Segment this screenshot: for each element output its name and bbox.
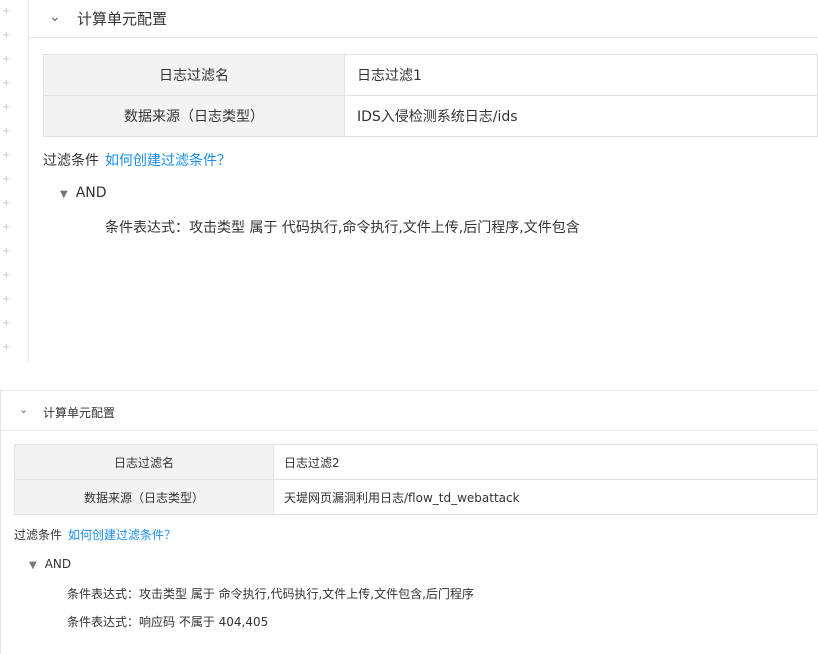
config-table: 日志过滤名 日志过滤2 数据来源（日志类型） 天堤网页漏洞利用日志/flow_t…	[14, 444, 818, 515]
table-row: 数据来源（日志类型） IDS入侵检测系统日志/ids	[43, 95, 818, 137]
condition-expression: 条件表达式：攻击类型 属于 命令执行,代码执行,文件上传,文件包含,后门程序	[67, 587, 474, 601]
plus-icon: +	[2, 102, 11, 113]
help-link[interactable]: 如何创建过滤条件？	[105, 153, 231, 169]
plus-icon: +	[2, 174, 11, 185]
row-label: 日志过滤名	[14, 444, 274, 480]
and-node[interactable]: ▼ AND	[29, 557, 71, 571]
plus-icon: +	[2, 198, 11, 209]
plus-icon: +	[2, 342, 11, 353]
row-label: 日志过滤名	[43, 54, 345, 96]
chevron-down-icon[interactable]: ⌄	[49, 9, 61, 25]
plus-icon: +	[2, 222, 11, 233]
and-label: AND	[44, 557, 72, 571]
filter-label: 过滤条件	[14, 528, 63, 542]
condition-expression: 条件表达式：响应码 不属于 404,405	[67, 615, 269, 629]
calc-unit-panel-2: ⌄ 计算单元配置 日志过滤名 日志过滤2 数据来源（日志类型） 天堤网页漏洞利用…	[0, 390, 818, 654]
and-label: AND	[75, 185, 107, 201]
calc-unit-panel-1: + + + + + + + + + + + + + + + ⌄ 计算单元配置 日…	[0, 0, 818, 366]
row-value: 日志过滤1	[344, 54, 818, 96]
plus-icon: +	[2, 294, 11, 305]
and-node[interactable]: ▼ AND	[60, 185, 107, 201]
plus-icon: +	[2, 6, 11, 17]
row-label: 数据来源（日志类型）	[43, 95, 345, 137]
plus-icon: +	[2, 78, 11, 89]
plus-icon: +	[2, 246, 11, 257]
panel-title: 计算单元配置	[77, 10, 168, 28]
config-table: 日志过滤名 日志过滤1 数据来源（日志类型） IDS入侵检测系统日志/ids	[43, 54, 818, 137]
chevron-down-icon[interactable]: ⌄	[19, 403, 28, 416]
table-row: 日志过滤名 日志过滤1	[43, 54, 818, 96]
divider	[28, 0, 29, 362]
row-value: IDS入侵检测系统日志/ids	[344, 95, 818, 137]
table-row: 日志过滤名 日志过滤2	[14, 444, 818, 480]
plus-icon: +	[2, 270, 11, 281]
help-link[interactable]: 如何创建过滤条件？	[68, 528, 176, 542]
gutter: + + + + + + + + + + + + + + +	[0, 0, 14, 366]
triangle-down-icon[interactable]: ▼	[29, 560, 37, 571]
filter-section: 过滤条件 如何创建过滤条件？	[43, 150, 231, 170]
condition-expression: 条件表达式：攻击类型 属于 代码执行,命令执行,文件上传,后门程序,文件包含	[105, 220, 580, 236]
plus-icon: +	[2, 30, 11, 41]
plus-icon: +	[2, 150, 11, 161]
plus-icon: +	[2, 318, 11, 329]
plus-icon: +	[2, 54, 11, 65]
plus-icon: +	[2, 126, 11, 137]
panel-header[interactable]: ⌄ 计算单元配置	[29, 0, 818, 38]
row-value: 天堤网页漏洞利用日志/flow_td_webattack	[273, 479, 818, 515]
panel-title: 计算单元配置	[43, 406, 116, 420]
row-value: 日志过滤2	[273, 444, 818, 480]
table-row: 数据来源（日志类型） 天堤网页漏洞利用日志/flow_td_webattack	[14, 479, 818, 515]
panel-header[interactable]: ⌄ 计算单元配置	[1, 391, 818, 431]
triangle-down-icon[interactable]: ▼	[60, 189, 68, 200]
filter-label: 过滤条件	[43, 153, 99, 169]
filter-section: 过滤条件 如何创建过滤条件？	[14, 526, 176, 543]
row-label: 数据来源（日志类型）	[14, 479, 274, 515]
